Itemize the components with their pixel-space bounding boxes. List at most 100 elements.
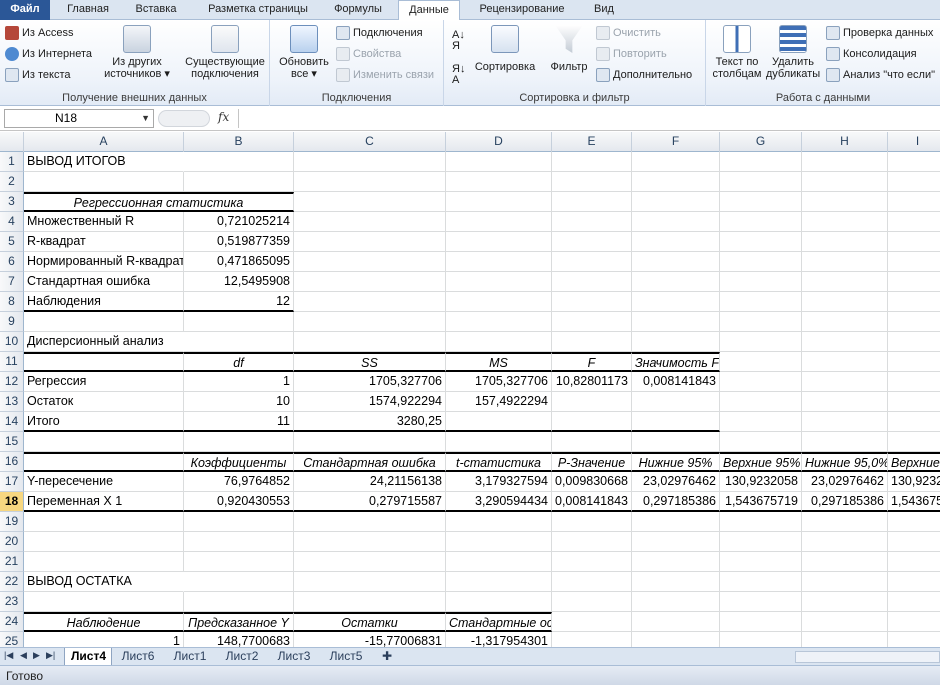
formula-input[interactable] xyxy=(238,109,938,128)
sheet-tab-list3[interactable]: Лист3 xyxy=(270,648,318,665)
cell-c25[interactable]: -15,77006831 xyxy=(294,632,446,647)
row-header-14[interactable]: 14 xyxy=(0,412,24,432)
cell-i15[interactable] xyxy=(888,432,940,452)
column-header-i[interactable]: I xyxy=(888,132,940,152)
tab-home[interactable]: Главная xyxy=(58,0,118,20)
cell-f22[interactable] xyxy=(632,572,720,592)
cell-i4[interactable] xyxy=(888,212,940,232)
column-header-f[interactable]: F xyxy=(632,132,720,152)
prev-sheet-icon[interactable]: ◀ xyxy=(20,650,27,661)
cell-b24[interactable]: Предсказанное Y xyxy=(184,612,294,632)
cell-h16[interactable]: Нижние 95,0% xyxy=(802,452,888,472)
cell-f23[interactable] xyxy=(632,592,720,612)
cell-c4[interactable] xyxy=(294,212,446,232)
cell-d3[interactable] xyxy=(446,192,552,212)
cell-e13[interactable] xyxy=(552,392,632,412)
from-access-button[interactable]: Из Access xyxy=(5,26,73,40)
row-header-7[interactable]: 7 xyxy=(0,272,24,292)
cell-g2[interactable] xyxy=(720,172,802,192)
tab-view[interactable]: Вид xyxy=(584,0,624,20)
sort-az-button[interactable]: А↓ Я xyxy=(452,30,465,52)
cell-g3[interactable] xyxy=(720,192,802,212)
insert-function-icon[interactable]: fx xyxy=(218,110,229,124)
column-header-e[interactable]: E xyxy=(552,132,632,152)
cell-h8[interactable] xyxy=(802,292,888,312)
tab-file[interactable]: Файл xyxy=(0,0,50,20)
cell-i1[interactable] xyxy=(888,152,940,172)
cell-a3[interactable]: Регрессионная статистика xyxy=(24,192,294,212)
cell-e22[interactable] xyxy=(552,572,632,592)
cell-c19[interactable] xyxy=(294,512,446,532)
cell-d5[interactable] xyxy=(446,232,552,252)
cell-i13[interactable] xyxy=(888,392,940,412)
cell-d19[interactable] xyxy=(446,512,552,532)
cell-f11[interactable]: Значимость F xyxy=(632,352,720,372)
row-header-8[interactable]: 8 xyxy=(0,292,24,312)
cell-e7[interactable] xyxy=(552,272,632,292)
cell-d15[interactable] xyxy=(446,432,552,452)
connections-button[interactable]: Подключения xyxy=(336,26,423,40)
cell-b22[interactable] xyxy=(184,572,294,592)
cell-e20[interactable] xyxy=(552,532,632,552)
row-header-11[interactable]: 11 xyxy=(0,352,24,372)
cell-e15[interactable] xyxy=(552,432,632,452)
row-header-13[interactable]: 13 xyxy=(0,392,24,412)
cell-c10[interactable] xyxy=(294,332,446,352)
cell-h22[interactable] xyxy=(802,572,888,592)
cell-a20[interactable] xyxy=(24,532,184,552)
cell-h9[interactable] xyxy=(802,312,888,332)
cell-e19[interactable] xyxy=(552,512,632,532)
next-sheet-icon[interactable]: ▶ xyxy=(33,650,40,661)
cell-i25[interactable] xyxy=(888,632,940,647)
cell-e4[interactable] xyxy=(552,212,632,232)
last-sheet-icon[interactable]: ▶| xyxy=(46,650,55,661)
cell-g9[interactable] xyxy=(720,312,802,332)
cell-i21[interactable] xyxy=(888,552,940,572)
cell-a19[interactable] xyxy=(24,512,184,532)
cell-e24[interactable] xyxy=(552,612,632,632)
cell-g4[interactable] xyxy=(720,212,802,232)
cell-f13[interactable] xyxy=(632,392,720,412)
cell-a25[interactable]: 1 xyxy=(24,632,184,647)
cell-d20[interactable] xyxy=(446,532,552,552)
cell-h12[interactable] xyxy=(802,372,888,392)
cell-c17[interactable]: 24,21156138 xyxy=(294,472,446,492)
column-header-g[interactable]: G xyxy=(720,132,802,152)
cell-i12[interactable] xyxy=(888,372,940,392)
cell-f24[interactable] xyxy=(632,612,720,632)
remove-duplicates-button[interactable]: Удалить дубликаты xyxy=(764,25,822,80)
cell-i19[interactable] xyxy=(888,512,940,532)
cell-d12[interactable]: 1705,327706 xyxy=(446,372,552,392)
cell-b8[interactable]: 12 xyxy=(184,292,294,312)
cell-i14[interactable] xyxy=(888,412,940,432)
cell-c6[interactable] xyxy=(294,252,446,272)
cell-g24[interactable] xyxy=(720,612,802,632)
cell-i23[interactable] xyxy=(888,592,940,612)
select-all-corner[interactable] xyxy=(0,132,24,152)
cell-c12[interactable]: 1705,327706 xyxy=(294,372,446,392)
cell-d18[interactable]: 3,290594434 xyxy=(446,492,552,512)
cell-h10[interactable] xyxy=(802,332,888,352)
cell-f12[interactable]: 0,008141843 xyxy=(632,372,720,392)
cell-h1[interactable] xyxy=(802,152,888,172)
cell-d11[interactable]: MS xyxy=(446,352,552,372)
column-header-b[interactable]: B xyxy=(184,132,294,152)
sheet-tab-list5[interactable]: Лист5 xyxy=(322,648,370,665)
cell-g10[interactable] xyxy=(720,332,802,352)
cell-e25[interactable] xyxy=(552,632,632,647)
cell-g6[interactable] xyxy=(720,252,802,272)
row-header-12[interactable]: 12 xyxy=(0,372,24,392)
cell-a5[interactable]: R-квадрат xyxy=(24,232,184,252)
cell-i7[interactable] xyxy=(888,272,940,292)
cell-h13[interactable] xyxy=(802,392,888,412)
cell-e1[interactable] xyxy=(552,152,632,172)
cell-i11[interactable] xyxy=(888,352,940,372)
tab-review[interactable]: Рецензирование xyxy=(468,0,576,20)
sheet-tab-list4[interactable]: Лист4 xyxy=(64,648,112,665)
cell-d13[interactable]: 157,4922294 xyxy=(446,392,552,412)
cell-h18[interactable]: 0,297185386 xyxy=(802,492,888,512)
row-header-19[interactable]: 19 xyxy=(0,512,24,532)
cell-i9[interactable] xyxy=(888,312,940,332)
cell-i6[interactable] xyxy=(888,252,940,272)
cell-f9[interactable] xyxy=(632,312,720,332)
